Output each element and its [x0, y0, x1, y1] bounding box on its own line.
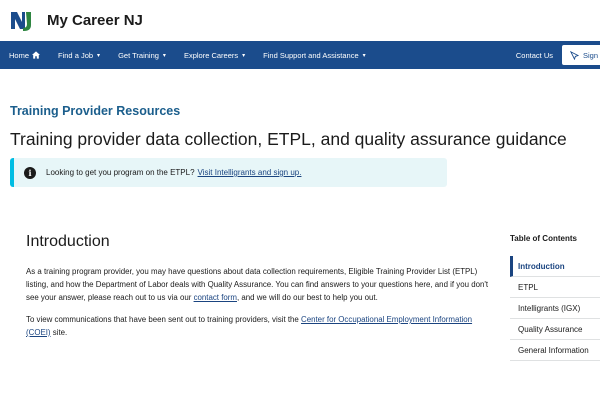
table-of-contents: Table of Contents Introduction ETPL Inte…	[510, 234, 600, 361]
intro-paragraph-text-end: , and we will do our best to help you ou…	[236, 293, 378, 302]
contact-form-link[interactable]: contact form	[194, 293, 237, 302]
toc-title: Table of Contents	[510, 234, 577, 243]
info-alert: i Looking to get you program on the ETPL…	[10, 158, 447, 187]
nav-find-support-label: Find Support and Assistance	[263, 50, 359, 60]
nj-logo[interactable]	[9, 8, 33, 33]
nav-contact-us[interactable]: Contact Us	[507, 41, 562, 69]
site-header: My Career NJ	[0, 0, 600, 41]
page-title: Training provider data collection, ETPL,…	[10, 129, 567, 149]
chevron-down-icon: ▾	[162, 52, 166, 59]
signin-icon	[570, 50, 579, 60]
toc-item-general-information[interactable]: General Information	[510, 340, 600, 361]
intro-paragraph: As a training program provider, you may …	[26, 265, 496, 304]
coei-paragraph: To view communications that have been se…	[26, 313, 496, 339]
intelligrants-link[interactable]: Visit Intelligrants and sign up.	[198, 168, 302, 177]
coei-paragraph-text-end: site.	[50, 328, 68, 337]
signin-label: Sign In	[583, 50, 600, 60]
toc-item-intelligrants[interactable]: Intelligrants (IGX)	[510, 298, 600, 319]
nav-get-training-label: Get Training	[118, 50, 159, 60]
alert-text: Looking to get you program on the ETPL?	[46, 168, 195, 177]
nj-logo-icon	[9, 8, 33, 33]
home-icon	[32, 51, 41, 59]
main-nav: Home Find a Job ▾ Get Training ▾ Explore…	[0, 41, 600, 69]
nav-find-a-job-label: Find a Job	[58, 50, 94, 60]
toc-item-etpl[interactable]: ETPL	[510, 277, 600, 298]
chevron-down-icon: ▾	[242, 52, 246, 59]
intro-heading: Introduction	[26, 233, 110, 250]
toc-item-introduction[interactable]: Introduction	[510, 256, 600, 277]
info-icon: i	[24, 166, 36, 179]
nav-right-group: Contact Us Sign In	[507, 41, 600, 69]
nav-home[interactable]: Home	[0, 41, 49, 69]
toc-item-quality-assurance[interactable]: Quality Assurance	[510, 319, 600, 340]
chevron-down-icon: ▾	[97, 52, 101, 59]
site-title[interactable]: My Career NJ	[47, 12, 143, 29]
chevron-down-icon: ▾	[362, 52, 366, 59]
nav-find-a-job[interactable]: Find a Job ▾	[49, 41, 109, 69]
page-eyebrow: Training Provider Resources	[10, 104, 181, 118]
signin-button[interactable]: Sign In	[562, 45, 600, 65]
coei-paragraph-text: To view communications that have been se…	[26, 315, 302, 324]
nav-explore-careers[interactable]: Explore Careers ▾	[175, 41, 254, 69]
nav-explore-careers-label: Explore Careers	[183, 50, 239, 60]
nav-find-support[interactable]: Find Support and Assistance ▾	[254, 41, 375, 69]
nav-get-training[interactable]: Get Training ▾	[109, 41, 175, 69]
nav-home-label: Home	[9, 50, 30, 60]
